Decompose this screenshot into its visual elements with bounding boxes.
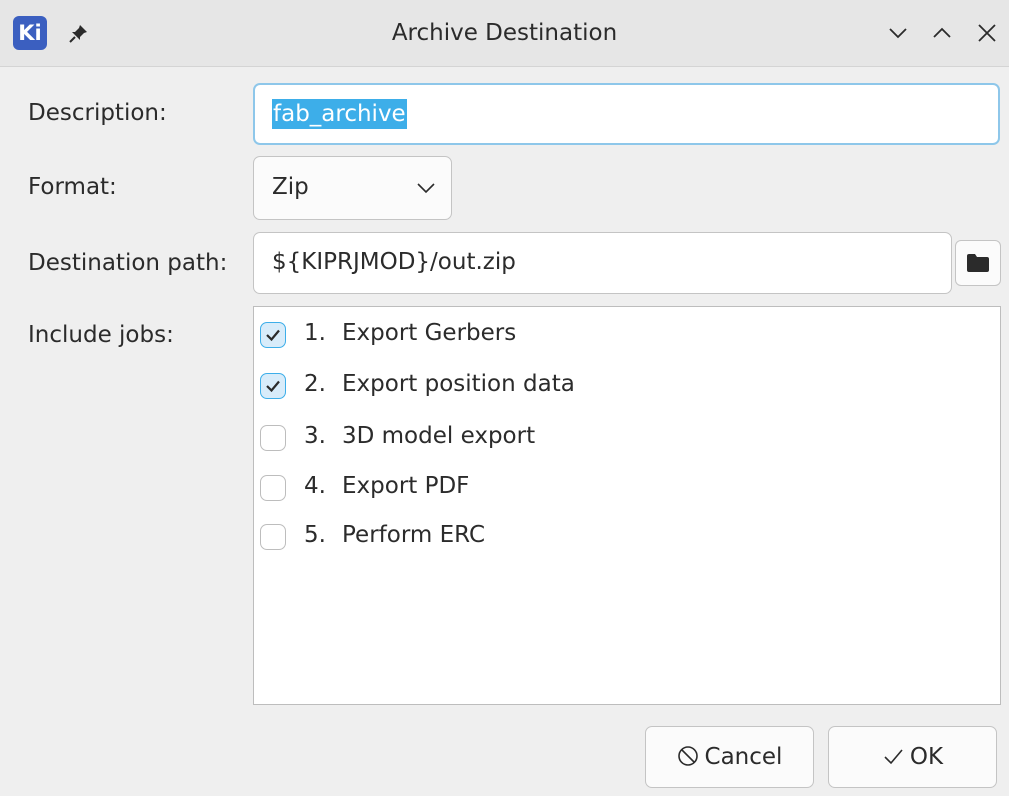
job-checkbox[interactable] <box>260 524 286 550</box>
job-number: 1. <box>304 320 326 346</box>
description-value: fab_archive <box>272 99 407 129</box>
checkmark-icon <box>266 380 280 393</box>
minimize-icon[interactable] <box>885 20 911 46</box>
job-item-export-gerbers[interactable]: 1. Export Gerbers <box>260 316 960 352</box>
ok-label: OK <box>909 744 944 770</box>
title-bar: Ki Archive Destination <box>0 0 1009 67</box>
job-label: Export position data <box>342 371 575 397</box>
checkmark-icon <box>884 748 903 764</box>
format-select[interactable]: Zip <box>253 156 452 220</box>
maximize-icon[interactable] <box>929 20 955 46</box>
job-label: 3D model export <box>342 423 536 449</box>
job-label: Export Gerbers <box>342 320 517 346</box>
job-number: 3. <box>304 423 326 449</box>
format-value: Zip <box>272 174 309 200</box>
job-label: Export PDF <box>342 473 470 499</box>
browse-button[interactable] <box>955 240 1001 286</box>
chevron-down-icon <box>417 183 435 194</box>
cancel-icon <box>677 745 698 766</box>
description-input[interactable]: fab_archive <box>253 83 1000 145</box>
job-checkbox[interactable] <box>260 373 286 399</box>
destination-value: ${KIPRJMOD}/out.zip <box>272 249 516 275</box>
job-item-perform-erc[interactable]: 5. Perform ERC <box>260 518 960 554</box>
close-icon[interactable] <box>974 20 1000 46</box>
window-title: Archive Destination <box>391 20 618 46</box>
cancel-label: Cancel <box>704 744 783 770</box>
jobs-label: Include jobs: <box>28 322 174 348</box>
job-label: Perform ERC <box>342 522 486 548</box>
job-checkbox[interactable] <box>260 425 286 451</box>
destination-input[interactable]: ${KIPRJMOD}/out.zip <box>253 232 952 294</box>
job-checkbox[interactable] <box>260 475 286 501</box>
ok-button[interactable]: OK <box>828 726 997 788</box>
checkmark-icon <box>266 329 280 342</box>
jobs-list[interactable]: 1. Export Gerbers 2. Export position dat… <box>253 306 1001 705</box>
description-label: Description: <box>28 100 167 126</box>
job-checkbox[interactable] <box>260 322 286 348</box>
job-item-export-pdf[interactable]: 4. Export PDF <box>260 469 960 505</box>
folder-icon <box>967 254 989 272</box>
job-item-3d-model-export[interactable]: 3. 3D model export <box>260 419 960 455</box>
format-label: Format: <box>28 174 117 200</box>
cancel-button[interactable]: Cancel <box>645 726 814 788</box>
destination-label: Destination path: <box>28 250 228 276</box>
job-number: 2. <box>304 371 326 397</box>
job-item-export-position-data[interactable]: 2. Export position data <box>260 367 960 403</box>
job-number: 4. <box>304 473 326 499</box>
job-number: 5. <box>304 522 326 548</box>
